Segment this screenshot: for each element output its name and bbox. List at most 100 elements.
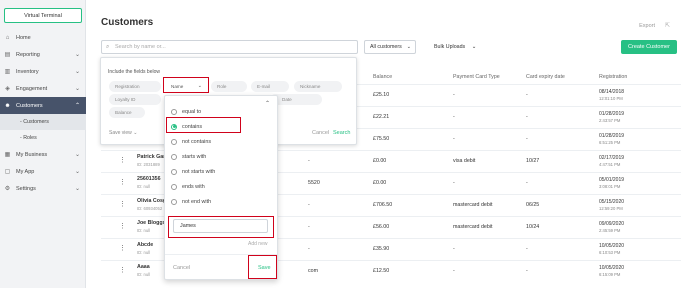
condition-option-starts-with[interactable]: starts with bbox=[171, 152, 206, 161]
sidebar-item-inventory[interactable]: ▥ Inventory ⌄ bbox=[0, 63, 86, 80]
radio-button[interactable] bbox=[171, 153, 177, 160]
chevron-down-icon: ⌄ bbox=[74, 69, 80, 75]
filter-chip-balance[interactable]: Balance bbox=[109, 107, 145, 118]
customer-card-type: visa debit bbox=[453, 158, 476, 164]
customer-name[interactable]: 25601356 bbox=[137, 176, 161, 182]
registration-time: 12:01:10 PM bbox=[599, 96, 623, 101]
row-menu-icon[interactable]: ⋮ bbox=[119, 222, 126, 230]
filter-chip-loyalty-id[interactable]: Loyalty ID bbox=[109, 94, 161, 105]
virtual-terminal-button[interactable]: Virtual Terminal bbox=[4, 8, 82, 23]
customer-card-type: - bbox=[453, 114, 455, 120]
customer-name[interactable]: Patrick Gar bbox=[137, 154, 165, 160]
customer-mid: - bbox=[308, 224, 310, 230]
customer-card-expiry: - bbox=[526, 246, 528, 252]
filter-chip-nickname[interactable]: Nickname bbox=[294, 81, 342, 92]
condition-option-label: not starts with bbox=[182, 168, 216, 175]
sidebar-item-my-app[interactable]: ▢ My App ⌄ bbox=[0, 163, 86, 180]
column-header-registration[interactable]: Registration bbox=[599, 74, 627, 80]
sidebar-item-label: My Business bbox=[16, 151, 48, 158]
customer-card-expiry: - bbox=[526, 114, 528, 120]
sidebar-item-home[interactable]: ⌂ Home bbox=[0, 29, 86, 46]
customer-name[interactable]: Aaaa bbox=[137, 264, 150, 270]
customer-card-expiry: 10/24 bbox=[526, 224, 540, 230]
condition-option-not-end-with[interactable]: not end with bbox=[171, 197, 211, 206]
sidebar-item-label: Customers bbox=[16, 102, 43, 109]
column-header-balance[interactable]: Balance bbox=[373, 74, 392, 80]
customer-balance: £35.90 bbox=[373, 246, 390, 252]
customer-name[interactable]: Abcde bbox=[137, 242, 153, 248]
save-view-link[interactable]: Save view ⌄ bbox=[109, 130, 137, 136]
condition-option-label: not contains bbox=[182, 138, 212, 145]
radio-button[interactable] bbox=[171, 183, 177, 190]
condition-option-ends-with[interactable]: ends with bbox=[171, 182, 205, 191]
filter-chip-registration[interactable]: Registration bbox=[109, 81, 161, 92]
condition-option-equal-to[interactable]: equal to bbox=[171, 107, 201, 116]
radio-button[interactable] bbox=[171, 108, 177, 115]
row-menu-icon[interactable]: ⋮ bbox=[119, 178, 126, 186]
sidebar-subitem-roles[interactable]: - Roles bbox=[0, 130, 86, 146]
sidebar-subitem-customers[interactable]: - Customers bbox=[0, 114, 86, 130]
customer-card-expiry: - bbox=[526, 180, 528, 186]
sidebar-item-customers[interactable]: ☻ Customers ⌃ bbox=[0, 97, 86, 114]
condition-option-not-starts-with[interactable]: not starts with bbox=[171, 167, 215, 176]
export-link[interactable]: Export bbox=[639, 23, 655, 29]
registration-date: 05/01/2019 bbox=[599, 177, 625, 183]
search-input[interactable]: ⌕ Search by name or... bbox=[101, 40, 358, 54]
bulk-uploads-dropdown[interactable]: Bulk Uploads ⌄ bbox=[434, 40, 476, 54]
sidebar-item-settings[interactable]: ⚙ Settings ⌄ bbox=[0, 180, 86, 197]
row-menu-icon[interactable]: ⋮ bbox=[119, 156, 126, 164]
condition-option-not-contains[interactable]: not contains bbox=[171, 137, 211, 146]
column-header-card-type[interactable]: Payment Card Type bbox=[453, 74, 500, 80]
customer-name[interactable]: Olivia Cosg bbox=[137, 198, 166, 204]
create-customer-button[interactable]: Create Customer bbox=[621, 40, 677, 54]
filter-chip-email[interactable]: E-mail bbox=[251, 81, 289, 92]
bulk-uploads-label: Bulk Uploads bbox=[434, 44, 466, 50]
chevron-up-icon: ⌃ bbox=[74, 103, 80, 109]
customer-type-dropdown[interactable]: All customers ⌄ bbox=[364, 40, 416, 54]
customer-balance: £25.10 bbox=[373, 92, 390, 98]
sidebar-item-label: Reporting bbox=[16, 51, 40, 58]
column-header-card-expiry[interactable]: Card expiry date bbox=[526, 74, 565, 80]
row-menu-icon[interactable]: ⋮ bbox=[119, 266, 126, 274]
chevron-down-icon: ⌄ bbox=[74, 152, 80, 158]
sidebar-item-my-business[interactable]: ▦ My Business ⌄ bbox=[0, 146, 86, 163]
highlight-contains-option bbox=[166, 117, 241, 133]
sidebar-item-label: Settings bbox=[16, 185, 36, 192]
customer-card-type: - bbox=[453, 180, 455, 186]
registration-time: 3:08:01 PM bbox=[599, 184, 621, 189]
customer-mid: - bbox=[308, 202, 310, 208]
customer-name[interactable]: Joe Bloggs bbox=[137, 220, 166, 226]
registration-date: 10/05/2020 bbox=[599, 265, 625, 271]
app-root: Virtual Terminal ⌂ Home ▤ Reporting ⌄ ▥ … bbox=[0, 0, 688, 288]
registration-date: 10/05/2020 bbox=[599, 243, 625, 249]
filter-chip-role[interactable]: Role bbox=[211, 81, 247, 92]
customer-id: ID: 2031889 bbox=[137, 162, 160, 167]
add-new-link[interactable]: Add new bbox=[248, 241, 267, 247]
dropdown-label: All customers bbox=[370, 44, 402, 50]
box-icon: ▥ bbox=[4, 69, 11, 75]
row-menu-icon[interactable]: ⋮ bbox=[119, 244, 126, 252]
chevron-down-icon: ⌄ bbox=[133, 130, 138, 136]
sidebar-item-reporting[interactable]: ▤ Reporting ⌄ bbox=[0, 46, 86, 63]
row-menu-icon[interactable]: ⋮ bbox=[119, 200, 126, 208]
highlight-name-chip bbox=[163, 77, 209, 93]
chevron-up-icon[interactable]: ⌃ bbox=[265, 100, 270, 107]
radio-button[interactable] bbox=[171, 168, 177, 175]
filter-search-button[interactable]: Search bbox=[333, 130, 350, 136]
sidebar-nav: ⌂ Home ▤ Reporting ⌄ ▥ Inventory ⌄ ◈ Eng… bbox=[0, 29, 86, 197]
filter-title: Include the fields below bbox=[108, 69, 160, 75]
sidebar-item-engagement[interactable]: ◈ Engagement ⌄ bbox=[0, 80, 86, 97]
customer-card-expiry: 10/27 bbox=[526, 158, 540, 164]
app-icon: ▢ bbox=[4, 169, 11, 175]
external-link-icon[interactable]: ⇱ bbox=[665, 22, 670, 29]
customer-card-expiry: 06/25 bbox=[526, 202, 540, 208]
radio-button[interactable] bbox=[171, 138, 177, 145]
report-icon: ▤ bbox=[4, 52, 11, 58]
popup-cancel-button[interactable]: Cancel bbox=[173, 265, 190, 271]
search-placeholder: Search by name or... bbox=[115, 44, 166, 50]
registration-time: 4:47:51 PM bbox=[599, 162, 621, 167]
filter-cancel-button[interactable]: Cancel bbox=[312, 130, 329, 136]
registration-date: 05/15/2020 bbox=[599, 199, 625, 205]
condition-option-label: starts with bbox=[182, 153, 207, 160]
radio-button[interactable] bbox=[171, 198, 177, 205]
